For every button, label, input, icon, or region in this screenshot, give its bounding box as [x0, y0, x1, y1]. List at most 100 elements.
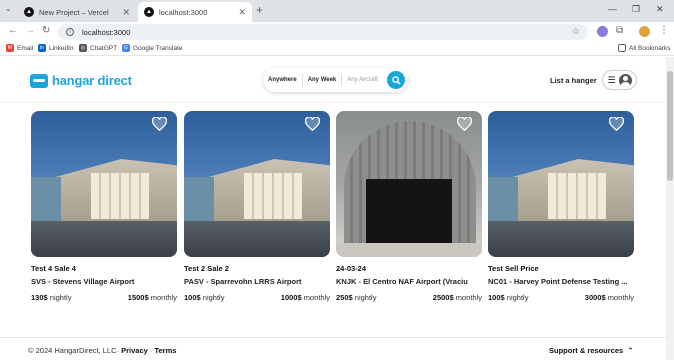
footer-legal: © 2024 HangarDirect, LLC· Privacy · Term…	[28, 346, 176, 355]
terms-link[interactable]: Terms	[154, 346, 176, 355]
listing-card[interactable]: Test Sell Price NC01 - Harvey Point Defe…	[488, 111, 634, 302]
new-tab-button[interactable]: +	[256, 3, 263, 17]
listing-airport: PASV - Sparrevohn LRRS Airport	[184, 277, 302, 286]
nightly-label: nightly	[202, 293, 225, 302]
nightly-price: 100$	[488, 293, 505, 302]
glass	[31, 177, 61, 221]
privacy-link[interactable]: Privacy	[121, 346, 148, 355]
listing-prices: 250$ nightly 2500$ monthly	[336, 293, 482, 302]
extension-icon[interactable]	[597, 26, 608, 37]
scrollbar-thumb[interactable]	[667, 71, 673, 181]
listing-airport: SVS - Stevens Village Airport	[31, 277, 135, 286]
hangar-photo	[31, 111, 177, 257]
user-menu-button[interactable]: ☰	[602, 70, 637, 90]
search-dates[interactable]: Any Week	[303, 77, 342, 83]
nightly-price-group: 250$ nightly	[336, 293, 376, 302]
ground	[31, 221, 177, 257]
tab-title: localhost:3000	[159, 7, 208, 17]
search-bar[interactable]: Anywhere Any Week Any Aircraft	[263, 68, 408, 92]
bookmark-label: Email	[17, 44, 34, 52]
address-bar[interactable]: i localhost:3000 ☆	[58, 24, 588, 40]
all-bookmarks-folder[interactable]: All Bookmarks	[618, 44, 671, 52]
browser-tab-vercel[interactable]: ▲ New Project – Vercel ✕	[18, 2, 136, 22]
monthly-label: monthly	[303, 293, 330, 302]
listing-card[interactable]: Test 2 Sale 2 PASV - Sparrevohn LRRS Air…	[184, 111, 330, 302]
monthly-price-group: 2500$ monthly	[433, 293, 482, 302]
search-icon	[391, 75, 401, 85]
monthly-price-group: 1500$ monthly	[128, 293, 177, 302]
bookmark-chatgpt[interactable]: ◎ ChatGPT	[79, 44, 117, 52]
list-a-hanger-link[interactable]: List a hanger	[550, 76, 597, 85]
bookmark-label: All Bookmarks	[629, 44, 671, 52]
site-viewport: hangar direct Anywhere Any Week Any Airc…	[0, 57, 666, 360]
page-scrollbar[interactable]	[666, 57, 674, 360]
monthly-price: 3000$	[584, 293, 606, 302]
glass	[184, 177, 214, 221]
listing-card[interactable]: Test 4 Sale 4 SVS - Stevens Village Airp…	[31, 111, 177, 302]
minimize-icon[interactable]: —	[608, 4, 617, 14]
separator-dot: ·	[149, 346, 153, 355]
bookmark-label: Google Translate	[133, 44, 183, 52]
back-icon[interactable]: ←	[8, 25, 18, 36]
bookmark-email[interactable]: M Email	[6, 44, 33, 52]
search-location[interactable]: Anywhere	[263, 77, 302, 83]
bookmark-linkedin[interactable]: in LinkedIn	[38, 44, 74, 52]
address-url: localhost:3000	[82, 27, 131, 37]
bookmark-google-translate[interactable]: G Google Translate	[122, 44, 183, 52]
ground	[184, 221, 330, 257]
listing-name: Test 4 Sale 4	[31, 264, 76, 273]
vercel-favicon-icon: ▲	[24, 7, 34, 17]
close-window-icon[interactable]: ✕	[656, 4, 664, 15]
site-info-icon[interactable]: i	[66, 28, 74, 36]
ground	[488, 221, 634, 257]
listing-name: Test Sell Price	[488, 264, 539, 273]
listing-name: Test 2 Sale 2	[184, 264, 229, 273]
hangar-photo	[184, 111, 330, 257]
tab-search-icon[interactable]: ⌄	[5, 4, 12, 13]
tab-title: New Project – Vercel	[39, 7, 109, 17]
listing-card[interactable]: 24-03-24 KNJK - El Centro NAF Airport (V…	[336, 111, 482, 302]
brand-logo[interactable]: hangar direct	[30, 73, 132, 88]
nightly-price: 250$	[336, 293, 353, 302]
nightly-price-group: 100$ nightly	[184, 293, 224, 302]
browser-tab-localhost[interactable]: ▲ localhost:3000 ✕	[138, 2, 252, 22]
listing-prices: 100$ nightly 3000$ monthly	[488, 293, 634, 302]
browser-toolbar: ← → ↻ i localhost:3000 ☆ ⧉ ⋮	[0, 22, 674, 42]
monthly-price-group: 3000$ monthly	[585, 293, 634, 302]
close-tab-icon[interactable]: ✕	[238, 7, 246, 18]
brand-name: hangar direct	[52, 73, 132, 88]
listing-name: 24-03-24	[336, 264, 367, 273]
hamburger-menu-icon: ☰	[607, 74, 616, 85]
floor	[336, 243, 482, 257]
nightly-price: 130$	[31, 293, 48, 302]
monthly-price: 2500$	[432, 293, 454, 302]
site-footer: © 2024 HangarDirect, LLC· Privacy · Term…	[0, 337, 666, 360]
reload-icon[interactable]: ↻	[42, 25, 50, 36]
monthly-price-group: 1000$ monthly	[281, 293, 330, 302]
monthly-label: monthly	[150, 293, 177, 302]
close-tab-icon[interactable]: ✕	[122, 7, 130, 18]
listing-prices: 130$ nightly 1500$ monthly	[31, 293, 177, 302]
support-resources-button[interactable]: Support & resources ⌃	[549, 346, 634, 355]
favorite-heart-icon[interactable]	[457, 117, 472, 131]
favorite-heart-icon[interactable]	[152, 117, 167, 131]
bookmark-label: LinkedIn	[49, 44, 74, 52]
glass	[488, 177, 518, 221]
hangar-photo	[336, 111, 482, 257]
listing-prices: 100$ nightly 1000$ monthly	[184, 293, 330, 302]
extensions-puzzle-icon[interactable]: ⧉	[616, 25, 623, 36]
maximize-icon[interactable]: ❐	[632, 4, 640, 15]
favorite-heart-icon[interactable]	[305, 117, 320, 131]
bookmarks-bar: M Email in LinkedIn ◎ ChatGPT G Google T…	[0, 42, 674, 56]
bookmark-star-icon[interactable]: ☆	[572, 26, 580, 37]
profile-avatar-icon[interactable]	[639, 26, 650, 37]
browser-menu-icon[interactable]: ⋮	[659, 25, 669, 36]
nightly-price-group: 100$ nightly	[488, 293, 528, 302]
search-aircraft[interactable]: Any Aircraft	[342, 77, 383, 83]
forward-icon[interactable]: →	[25, 25, 35, 36]
gmail-icon: M	[6, 44, 14, 52]
airplane-logo-icon	[30, 73, 48, 88]
nightly-label: nightly	[506, 293, 529, 302]
search-button[interactable]	[387, 71, 405, 89]
favorite-heart-icon[interactable]	[609, 117, 624, 131]
